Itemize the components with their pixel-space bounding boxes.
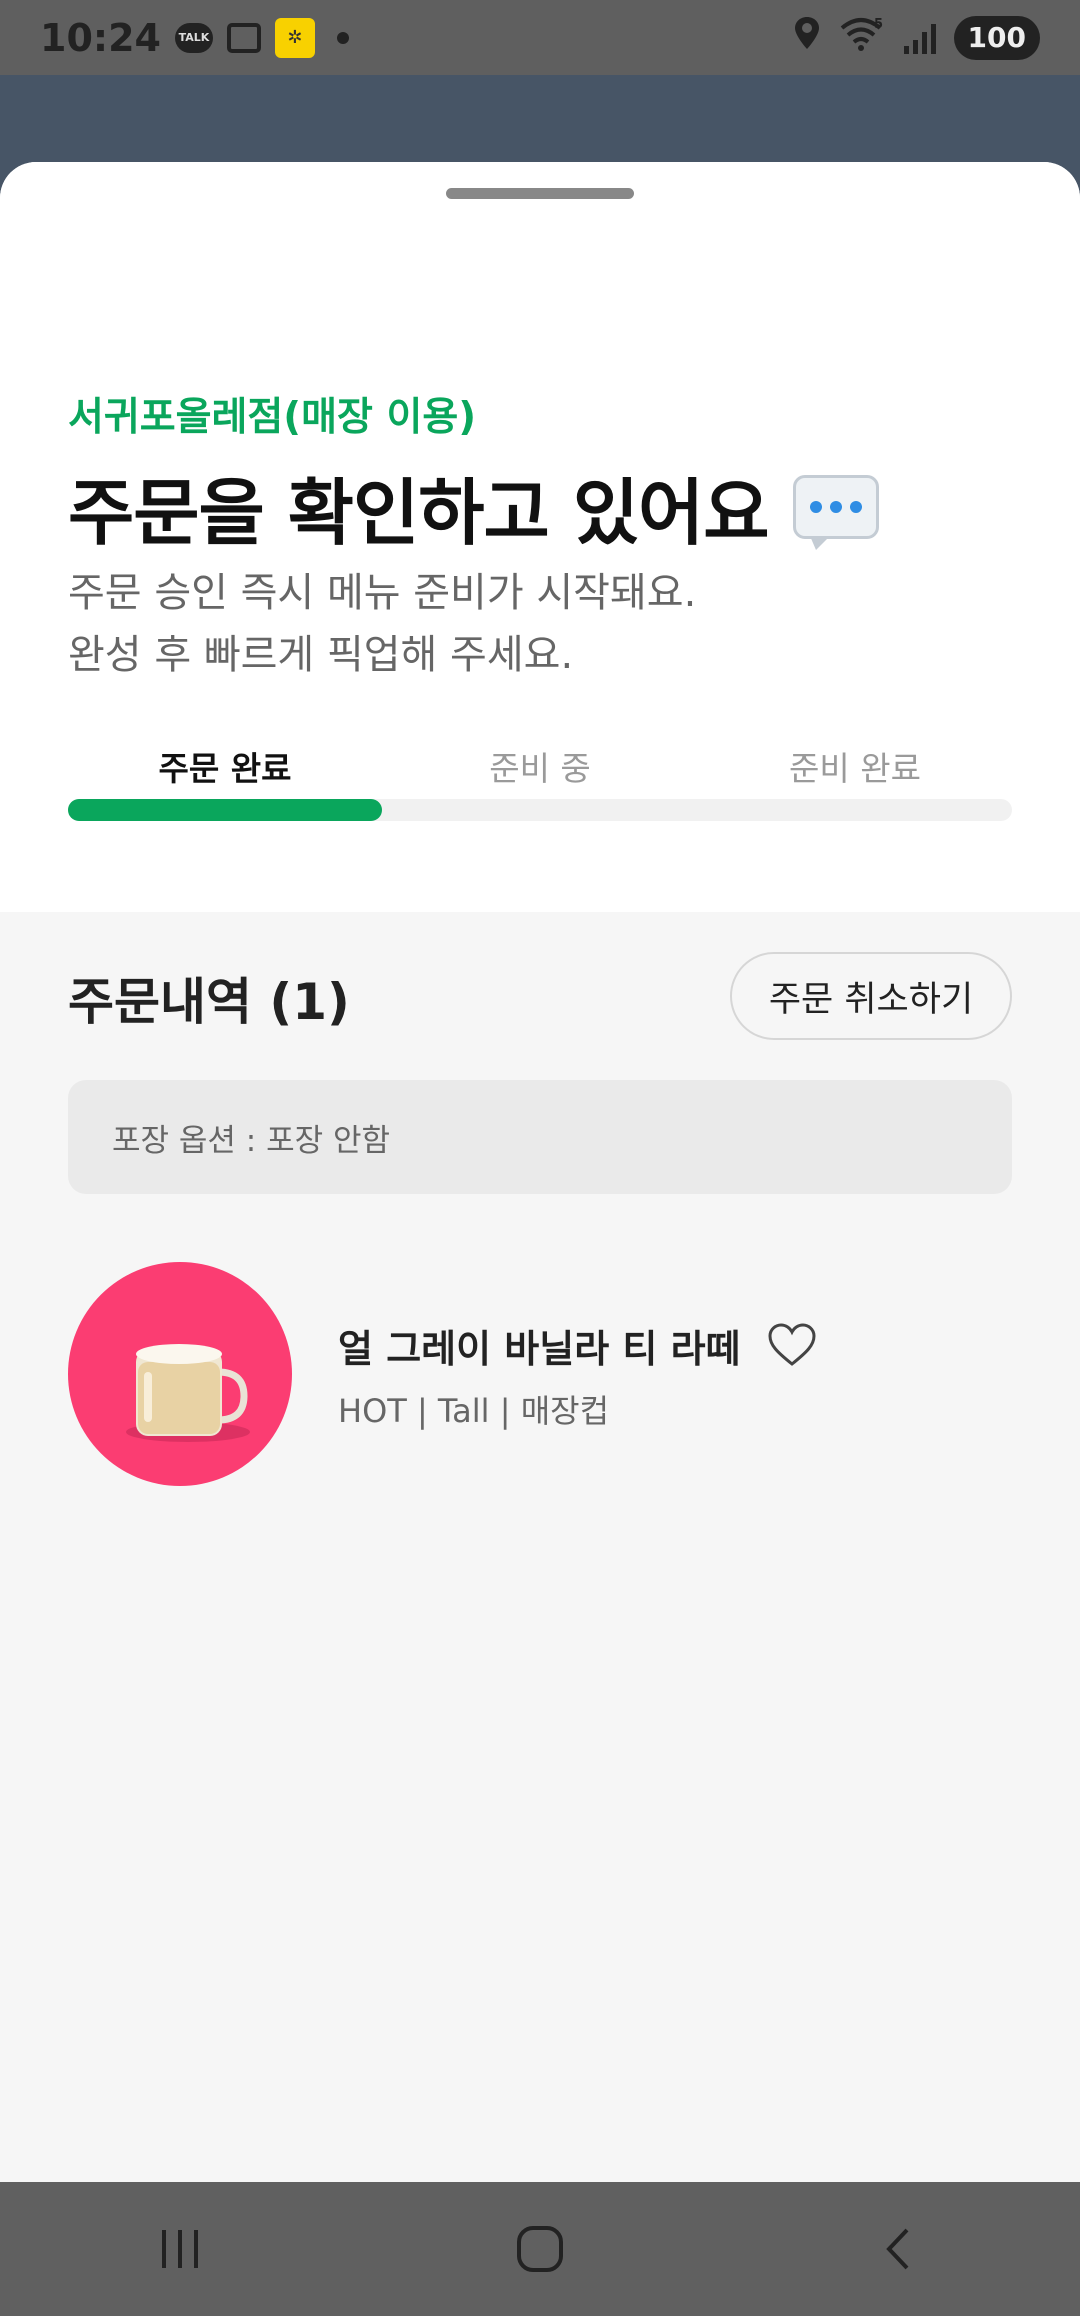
description-line-2: 완성 후 빠르게 픽업해 주세요. — [68, 632, 574, 678]
status-description: 주문 승인 즉시 메뉴 준비가 시작돼요. 완성 후 빠르게 픽업해 주세요. — [68, 562, 696, 686]
progress-bar-fill — [68, 799, 383, 821]
item-name-row: 얼 그레이 바닐라 티 라떼 — [338, 1318, 817, 1373]
signal-icon — [903, 22, 936, 54]
battery-indicator: 100 — [953, 15, 1040, 60]
location-icon — [792, 15, 822, 60]
item-name: 얼 그레이 바닐라 티 라떼 — [338, 1327, 741, 1371]
status-bar: 10:24 TALK ✲ 5 100 — [0, 0, 1080, 75]
progress-bar — [68, 799, 1012, 821]
cancel-order-button[interactable]: 주문 취소하기 — [730, 952, 1012, 1040]
order-status-sheet: 서귀포올레점(매장 이용) 주문을 확인하고 있어요 주문 승인 즉시 메뉴 준… — [0, 162, 1080, 2182]
item-thumbnail — [68, 1262, 292, 1486]
recent-apps-button[interactable] — [120, 2204, 240, 2294]
headline-text: 주문을 확인하고 있어요 — [68, 471, 770, 555]
step-ordered: 주문 완료 — [158, 749, 292, 788]
step-preparing: 준비 중 — [489, 749, 591, 788]
order-status-header: 서귀포올레점(매장 이용) 주문을 확인하고 있어요 주문 승인 즉시 메뉴 준… — [0, 162, 1080, 912]
order-history-title: 주문내역 (1) — [68, 973, 350, 1031]
store-name: 서귀포올레점(매장 이용) — [68, 395, 477, 440]
step-ready: 준비 완료 — [789, 749, 921, 788]
speech-bubble-icon — [792, 474, 879, 550]
heart-outline-icon[interactable] — [767, 1321, 817, 1371]
packaging-option: 포장 옵션 : 포장 안함 — [68, 1080, 1012, 1194]
screenshot-icon — [226, 22, 261, 53]
system-navigation-bar — [0, 2182, 1080, 2316]
list-item[interactable]: 얼 그레이 바닐라 티 라떼 HOT | Tall | 매장컵 — [68, 1262, 1012, 1492]
wifi-icon: 5 — [840, 16, 886, 59]
clock: 10:24 — [40, 15, 161, 60]
more-notifications-dot — [336, 31, 349, 44]
home-button[interactable] — [480, 2204, 600, 2294]
progress-steps: 주문 완료 준비 중 준비 완료 — [68, 742, 1012, 802]
kakaotalk-icon: TALK — [174, 22, 213, 53]
description-line-1: 주문 승인 즉시 메뉴 준비가 시작돼요. — [68, 570, 697, 616]
svg-text:5: 5 — [874, 17, 883, 32]
sheet-drag-handle[interactable] — [446, 188, 634, 199]
page-title: 주문을 확인하고 있어요 — [68, 454, 879, 559]
kb-app-icon: ✲ — [274, 17, 315, 58]
back-button[interactable] — [840, 2204, 960, 2294]
item-options: HOT | Tall | 매장컵 — [338, 1392, 610, 1430]
